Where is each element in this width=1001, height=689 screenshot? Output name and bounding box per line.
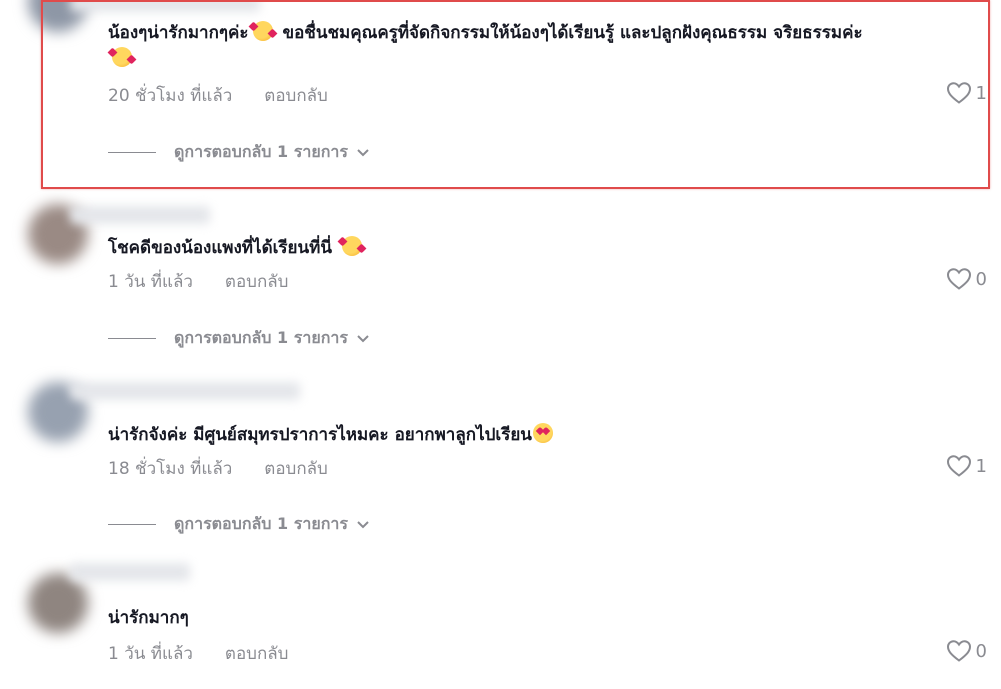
username-blurred[interactable] — [70, 563, 190, 581]
comment-meta: 1 วัน ที่แล้ว ตอบกลับ — [108, 268, 288, 295]
like-button[interactable]: 1 — [946, 81, 987, 105]
heart-outline-icon — [946, 455, 971, 477]
username-blurred[interactable] — [70, 0, 260, 12]
reply-button[interactable]: ตอบกลับ — [225, 644, 289, 664]
chevron-down-icon — [357, 334, 369, 342]
reply-button[interactable]: ตอบกลับ — [264, 459, 328, 479]
comment-timestamp: 18 ชั่วโมง ที่แล้ว — [108, 459, 233, 479]
comment-text-part: น่ารักมากๆ — [108, 608, 189, 628]
avatar[interactable] — [28, 573, 88, 633]
comment-timestamp: 1 วัน ที่แล้ว — [108, 272, 193, 292]
divider-line — [108, 338, 156, 339]
reply-button[interactable]: ตอบกลับ — [225, 272, 289, 292]
heart-outline-icon — [946, 82, 971, 104]
username-blurred[interactable] — [70, 382, 300, 400]
smiling-face-with-hearts-icon — [341, 236, 362, 256]
comment-timestamp: 1 วัน ที่แล้ว — [108, 644, 193, 664]
smiling-face-with-hearts-icon — [112, 47, 132, 67]
comment-meta: 20 ชั่วโมง ที่แล้ว ตอบกลับ — [108, 82, 328, 109]
comment-item: น่ารักมากๆ 1 วัน ที่แล้ว ตอบกลับ 0 — [0, 555, 1001, 689]
comment-item: น้องๆน่ารักมากๆค่ะ ขอชื่นชมคุณครูที่จัดก… — [0, 0, 1001, 190]
divider-line — [108, 152, 156, 153]
comment-list: น้องๆน่ารักมากๆค่ะ ขอชื่นชมคุณครูที่จัดก… — [0, 0, 1001, 689]
like-count: 0 — [975, 268, 987, 290]
smiling-face-with-hearts-icon — [252, 21, 273, 41]
view-replies-button[interactable]: ดูการตอบกลับ 1 รายการ — [108, 140, 370, 165]
comment-meta: 18 ชั่วโมง ที่แล้ว ตอบกลับ — [108, 455, 328, 482]
comment-meta: 1 วัน ที่แล้ว ตอบกลับ — [108, 640, 288, 667]
comment-text-part: น้องๆน่ารักมากๆค่ะ — [108, 23, 249, 43]
like-count: 1 — [975, 82, 987, 104]
comment-text: น่ารักจังค่ะ มีศูนย์สมุทรปราการไหมคะ อยา… — [108, 422, 981, 448]
view-replies-label: ดูการตอบกลับ 1 รายการ — [174, 328, 348, 347]
comment-text-part: ขอชื่นชมคุณครูที่จัดกิจกรรมให้น้องๆได้เร… — [282, 23, 863, 43]
smiling-face-with-heart-eyes-icon — [532, 423, 553, 443]
view-replies-label: ดูการตอบกลับ 1 รายการ — [174, 142, 348, 161]
comment-text-part: น่ารักจังค่ะ มีศูนย์สมุทรปราการไหมคะ อยา… — [108, 425, 532, 445]
like-button[interactable]: 1 — [946, 454, 987, 478]
reply-button[interactable]: ตอบกลับ — [264, 86, 328, 106]
view-replies-label: ดูการตอบกลับ 1 รายการ — [174, 514, 348, 533]
divider-line — [108, 524, 156, 525]
view-replies-button[interactable]: ดูการตอบกลับ 1 รายการ — [108, 512, 370, 537]
comment-timestamp: 20 ชั่วโมง ที่แล้ว — [108, 86, 233, 106]
username-blurred[interactable] — [70, 206, 210, 224]
comment-text: น้องๆน่ารักมากๆค่ะ ขอชื่นชมคุณครูที่จัดก… — [108, 20, 981, 72]
heart-outline-icon — [946, 640, 971, 662]
like-count: 1 — [975, 455, 987, 477]
heart-outline-icon — [946, 268, 971, 290]
chevron-down-icon — [357, 520, 369, 528]
chevron-down-icon — [357, 148, 369, 156]
like-button[interactable]: 0 — [946, 267, 987, 291]
like-count: 0 — [975, 640, 987, 662]
comment-text-part: โชคดีของน้องแพงที่ได้เรียนที่นี่ — [108, 238, 332, 258]
like-button[interactable]: 0 — [946, 639, 987, 663]
comment-text: น่ารักมากๆ — [108, 605, 981, 631]
comment-item: น่ารักจังค่ะ มีศูนย์สมุทรปราการไหมคะ อยา… — [0, 370, 1001, 555]
view-replies-button[interactable]: ดูการตอบกลับ 1 รายการ — [108, 326, 370, 351]
comment-text: โชคดีของน้องแพงที่ได้เรียนที่นี่ — [108, 235, 981, 261]
comment-item: โชคดีของน้องแพงที่ได้เรียนที่นี่ 1 วัน ท… — [0, 190, 1001, 370]
